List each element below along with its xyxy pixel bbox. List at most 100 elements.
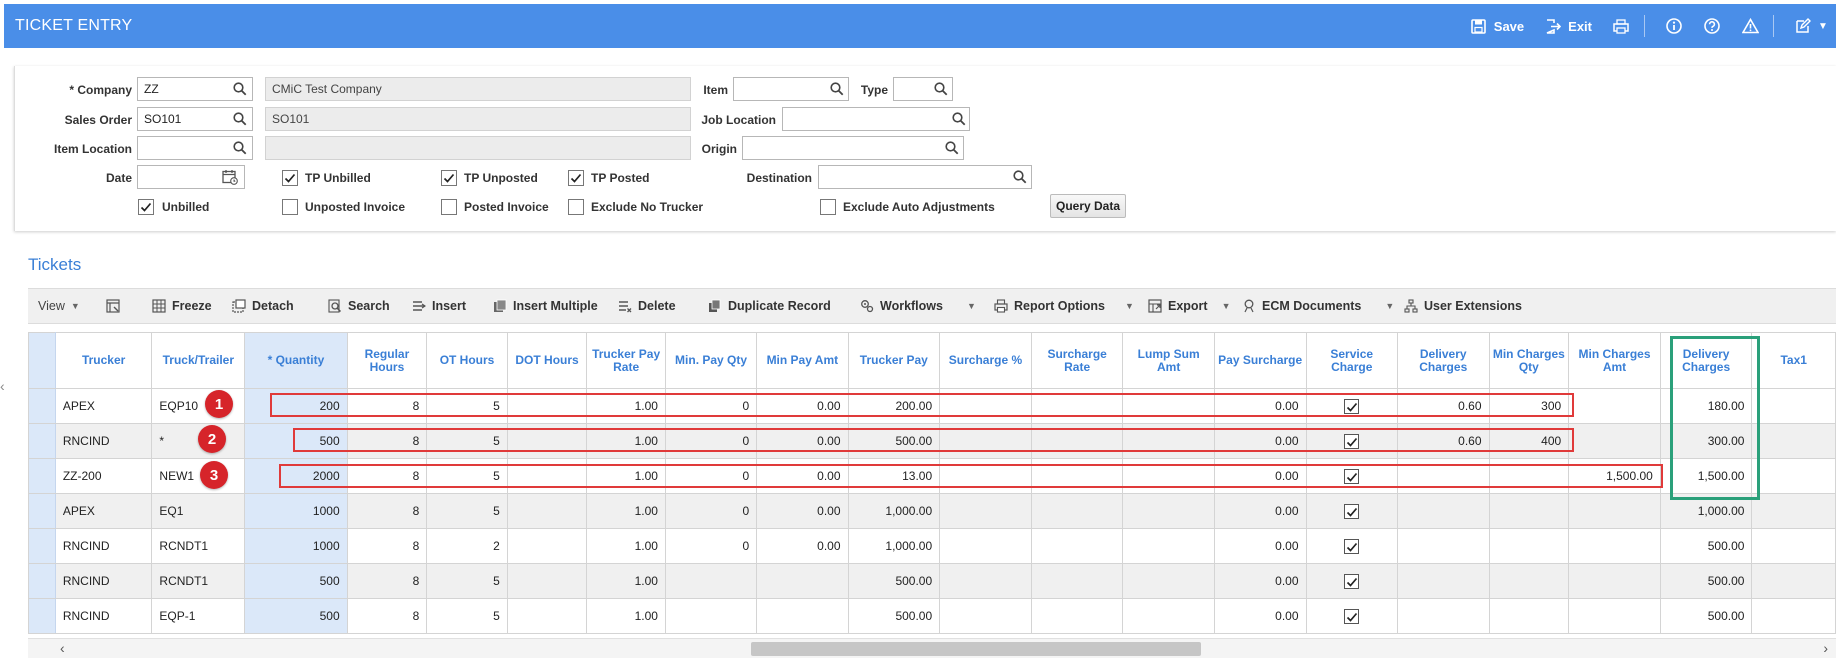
table-cell[interactable] [1030, 563, 1124, 599]
table-cell[interactable]: 1,000.00 [847, 493, 941, 529]
destination-input[interactable] [818, 165, 1032, 189]
table-cell[interactable]: 1.00 [586, 563, 666, 599]
table-cell[interactable] [939, 388, 1032, 424]
column-header[interactable]: Pay Surcharge [1213, 332, 1307, 389]
table-cell[interactable] [1751, 563, 1836, 599]
table-cell[interactable]: 1,500.00 [1659, 458, 1753, 494]
table-cell[interactable] [1488, 493, 1570, 529]
column-header[interactable]: Surcharge Rate [1030, 332, 1124, 389]
table-cell[interactable]: 1.00 [586, 493, 666, 529]
column-header[interactable]: Min Pay Amt [756, 332, 849, 389]
table-cell[interactable]: 1.00 [586, 528, 666, 564]
column-header[interactable]: Trucker [54, 332, 153, 389]
table-cell[interactable] [756, 563, 849, 599]
table-cell[interactable] [1568, 493, 1661, 529]
row-selector[interactable] [28, 388, 56, 424]
service-charge-checkbox[interactable] [1344, 433, 1360, 449]
tp-posted-checkbox[interactable] [568, 170, 584, 186]
search-icon[interactable] [934, 82, 948, 96]
table-cell[interactable]: 8 [346, 423, 428, 459]
search-icon[interactable] [233, 112, 247, 126]
table-cell[interactable]: 8 [346, 493, 428, 529]
table-cell[interactable]: 0 [664, 458, 758, 494]
insert-button[interactable]: Insert [412, 299, 466, 313]
table-cell[interactable] [1751, 458, 1836, 494]
column-header[interactable]: Delivery Charges [1396, 332, 1490, 389]
table-cell[interactable] [664, 598, 758, 634]
horizontal-scrollbar[interactable]: ‹ › [28, 638, 1836, 658]
search-icon[interactable] [233, 82, 247, 96]
row-selector[interactable] [28, 423, 56, 459]
table-cell[interactable]: 0.00 [1213, 493, 1307, 529]
table-cell[interactable]: ZZ-200 [54, 458, 153, 494]
freeze-button[interactable]: Freeze [152, 299, 212, 313]
table-cell[interactable] [1568, 423, 1661, 459]
table-cell[interactable]: RNCIND [54, 563, 153, 599]
table-cell[interactable] [1488, 458, 1570, 494]
column-header[interactable]: Truck/Trailer [151, 332, 246, 389]
table-cell[interactable] [1122, 388, 1215, 424]
row-selector[interactable] [28, 563, 56, 599]
table-cell[interactable] [664, 563, 758, 599]
column-header[interactable]: Trucker Pay Rate [586, 332, 666, 389]
table-cell[interactable]: 8 [346, 563, 428, 599]
table-cell[interactable] [1305, 598, 1398, 634]
table-cell[interactable]: 0.00 [1213, 528, 1307, 564]
table-cell[interactable] [1396, 458, 1490, 494]
table-cell[interactable]: APEX [54, 493, 153, 529]
table-cell[interactable]: 500 [244, 563, 348, 599]
table-cell[interactable]: RCNDT1 [151, 528, 246, 564]
table-cell[interactable]: 0.00 [1213, 598, 1307, 634]
table-cell[interactable] [1030, 388, 1124, 424]
table-cell[interactable]: 0.60 [1396, 423, 1490, 459]
table-cell[interactable]: EQ1 [151, 493, 246, 529]
calendar-icon[interactable] [222, 169, 238, 185]
table-cell[interactable] [1751, 423, 1836, 459]
service-charge-checkbox[interactable] [1344, 503, 1360, 519]
table-cell[interactable]: 300.00 [1659, 423, 1753, 459]
table-cell[interactable]: 8 [346, 598, 428, 634]
service-charge-checkbox[interactable] [1344, 538, 1360, 554]
table-cell[interactable]: 1.00 [586, 423, 666, 459]
table-cell[interactable]: RNCIND [54, 598, 153, 634]
table-cell[interactable] [1305, 458, 1398, 494]
table-cell[interactable] [1122, 563, 1215, 599]
search-icon[interactable] [945, 141, 959, 155]
column-header[interactable]: DOT Hours [506, 332, 588, 389]
search-icon[interactable] [830, 82, 844, 96]
table-cell[interactable]: 0.00 [756, 458, 849, 494]
table-cell[interactable] [1122, 458, 1215, 494]
detach-button[interactable]: Detach [232, 299, 294, 313]
table-cell[interactable] [1396, 528, 1490, 564]
table-cell[interactable] [1396, 493, 1490, 529]
table-cell[interactable] [1488, 563, 1570, 599]
table-cell[interactable]: 500.00 [847, 598, 941, 634]
table-cell[interactable] [1305, 493, 1398, 529]
table-row[interactable]: RNCIND * 500 8 5 1.00 0 0.00 500.00 0.00 0.60 400 30… [28, 423, 1836, 459]
row-selector[interactable] [28, 493, 56, 529]
table-cell[interactable]: 1.00 [586, 388, 666, 424]
info-button[interactable] [1665, 17, 1683, 35]
service-charge-checkbox[interactable] [1344, 398, 1360, 414]
query-data-button[interactable]: Query Data [1050, 194, 1126, 218]
table-cell[interactable]: 1,000.00 [847, 528, 941, 564]
table-cell[interactable]: 5 [426, 388, 508, 424]
table-cell[interactable] [1568, 598, 1661, 634]
service-charge-checkbox[interactable] [1344, 573, 1360, 589]
table-row[interactable]: APEX EQP10 200 8 5 1.00 0 0.00 200.00 0.00 0.60 300… [28, 388, 1836, 424]
row-selector[interactable] [28, 598, 56, 634]
table-cell[interactable] [939, 458, 1032, 494]
table-cell[interactable] [1568, 528, 1661, 564]
table-cell[interactable] [1122, 493, 1215, 529]
table-cell[interactable] [1030, 458, 1124, 494]
table-cell[interactable]: 8 [346, 458, 428, 494]
table-cell[interactable] [1305, 563, 1398, 599]
table-cell[interactable] [1030, 423, 1124, 459]
table-cell[interactable] [1122, 423, 1215, 459]
service-charge-checkbox[interactable] [1344, 608, 1360, 624]
table-cell[interactable]: 200 [244, 388, 348, 424]
unbilled-checkbox[interactable] [138, 199, 154, 215]
table-cell[interactable] [756, 598, 849, 634]
table-cell[interactable]: 1,500.00 [1568, 458, 1661, 494]
table-cell[interactable]: 200.00 [847, 388, 941, 424]
